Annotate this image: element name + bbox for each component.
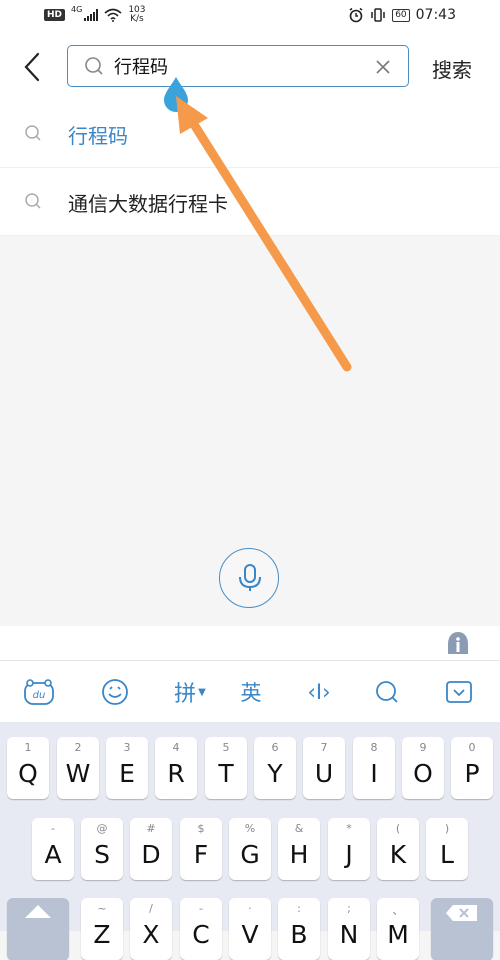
hd-badge: HD	[44, 9, 66, 21]
vibrate-icon	[371, 8, 385, 22]
voice-input-button[interactable]	[219, 548, 279, 608]
emoji-button[interactable]	[98, 675, 132, 709]
baidu-du-icon: du	[24, 679, 54, 705]
battery-icon: 60	[392, 8, 410, 22]
chevron-down-box-icon	[446, 681, 472, 703]
key-j[interactable]: * J	[328, 818, 370, 880]
net-speed-unit: K/s	[130, 14, 144, 24]
key-o[interactable]: 9O	[402, 737, 444, 799]
key-u[interactable]: 7U	[303, 737, 345, 799]
backspace-key[interactable]	[431, 898, 493, 960]
cursor-label: ‹I›	[307, 680, 331, 704]
caret-down-icon: ▼	[198, 686, 206, 698]
search-button[interactable]: 搜索	[432, 54, 472, 83]
english-mode-button[interactable]: 英	[234, 675, 268, 709]
search-icon	[85, 57, 103, 75]
key-n[interactable]: ; N	[328, 898, 370, 960]
pinyin-label: 拼	[174, 682, 197, 707]
search-header: 搜索	[0, 34, 500, 100]
key-d[interactable]: # D	[130, 818, 172, 880]
keyboard: 1Q 2W 3E 4R 5T 6Y 7U 8I 9O 0P -A @ S # D $…	[0, 722, 500, 960]
key-z[interactable]: ~ Z	[81, 898, 123, 960]
clear-icon[interactable]	[374, 58, 392, 76]
search-icon	[376, 681, 398, 703]
shift-arrow-icon	[25, 905, 51, 918]
alarm-icon	[349, 7, 363, 23]
keyboard-candidate-strip	[0, 626, 500, 660]
status-left: HD 4G 103 K/s	[44, 4, 146, 24]
key-q[interactable]: 1Q	[7, 737, 49, 799]
status-right: 60 07:43	[348, 7, 456, 23]
key-k[interactable]: (K	[377, 818, 419, 880]
shift-key[interactable]	[7, 898, 69, 960]
key-e[interactable]: 3E	[106, 737, 148, 799]
network-type: 4G	[71, 4, 83, 14]
cursor-move-button[interactable]: ‹I›	[300, 675, 338, 709]
key-m[interactable]: 、 M	[377, 898, 419, 960]
key-i[interactable]: 8I	[353, 737, 395, 799]
suggestion-text: 行程码	[68, 124, 128, 148]
suggestion-text: 通信大数据行程卡	[68, 192, 228, 216]
baidu-logo-button[interactable]: du	[22, 675, 56, 709]
svg-text:du: du	[33, 690, 46, 701]
search-box[interactable]	[67, 45, 409, 87]
keyboard-toolbar: du 拼 ▼ 英 ‹I›	[0, 660, 500, 723]
emoji-icon	[102, 679, 128, 705]
key-c[interactable]: -C	[180, 898, 222, 960]
suggestion-item[interactable]: 通信大数据行程卡	[0, 168, 500, 236]
pinyin-mode-button[interactable]: 拼 ▼	[168, 675, 212, 709]
microphone-icon	[239, 564, 261, 591]
status-bar: HD 4G 103 K/s 60 07:43	[0, 0, 500, 34]
hide-keyboard-button[interactable]	[444, 675, 474, 709]
suggestion-list: 行程码 通信大数据行程卡	[0, 100, 500, 236]
key-p[interactable]: 0P	[451, 737, 493, 799]
key-h[interactable]: & H	[278, 818, 320, 880]
key-x[interactable]: / X	[130, 898, 172, 960]
keyboard-search-button[interactable]	[372, 675, 402, 709]
key-f[interactable]: $ F	[180, 818, 222, 880]
keyboard-assistant-icon[interactable]	[446, 630, 470, 656]
english-label: 英	[240, 681, 262, 705]
suggestion-item[interactable]: 行程码	[0, 100, 500, 168]
key-y[interactable]: 6Y	[254, 737, 296, 799]
signal-icon	[84, 9, 99, 21]
key-b[interactable]: :B	[278, 898, 320, 960]
key-a[interactable]: -A	[32, 818, 74, 880]
key-l[interactable]: ) L	[426, 818, 468, 880]
backspace-icon	[446, 905, 477, 921]
key-g[interactable]: % G	[229, 818, 271, 880]
status-time: 07:43	[415, 7, 456, 23]
key-t[interactable]: 5T	[205, 737, 247, 799]
key-v[interactable]: · V	[229, 898, 271, 960]
back-arrow-icon[interactable]	[18, 50, 48, 84]
search-input[interactable]	[114, 52, 364, 80]
wifi-icon	[104, 8, 122, 22]
search-icon	[25, 193, 41, 209]
key-r[interactable]: 4R	[155, 737, 197, 799]
net-speed: 103 K/s	[128, 6, 145, 24]
key-s[interactable]: @ S	[81, 818, 123, 880]
key-w[interactable]: 2W	[57, 737, 99, 799]
search-icon	[25, 125, 41, 141]
